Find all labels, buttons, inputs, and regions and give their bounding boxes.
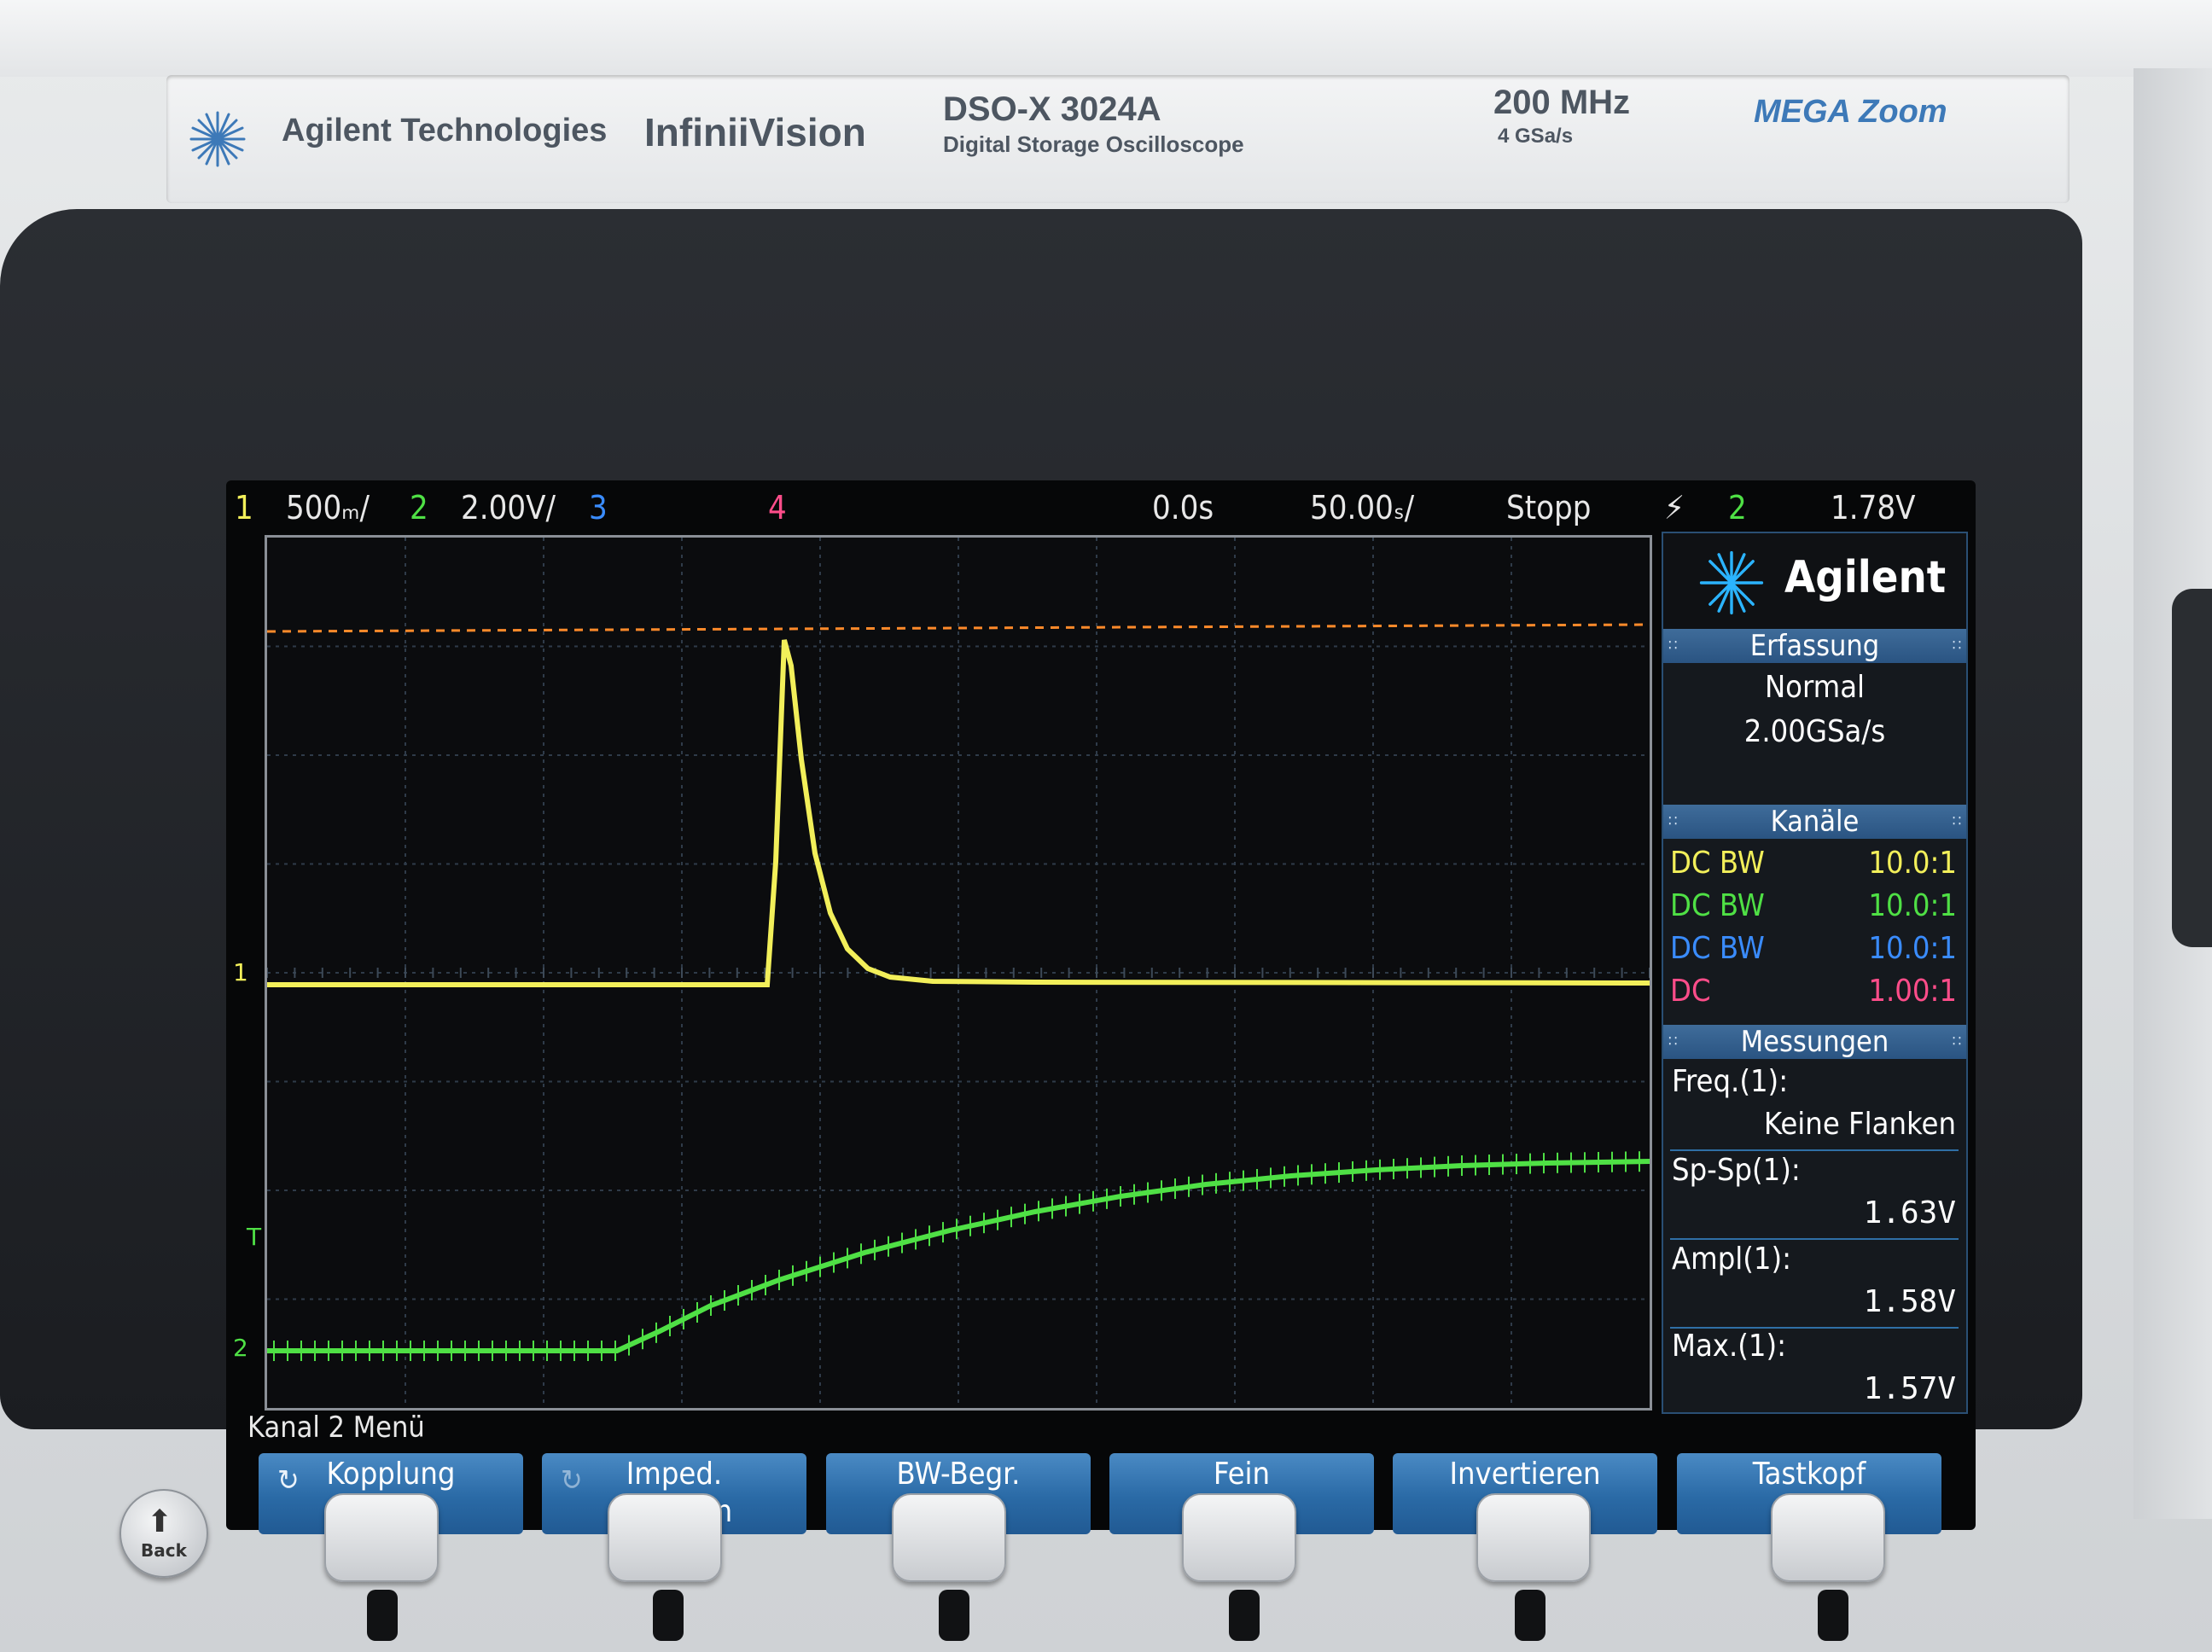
channel-2-coupling: DC BW [1670,888,1765,923]
channel-1-probe: 10.0:1 [1868,846,1957,881]
screen-bezel: 1 500ₘ/ 2 2.00V/ 3 4 0.0s 50.00ₛ/ Stopp … [0,209,2082,1641]
time-scale: 50.00ₛ/ [1310,489,1415,526]
acquisition-header[interactable]: ∷ Erfassung ∷ [1663,629,1966,663]
time-delay: 0.0s [1152,489,1214,526]
channel-3-probe: 10.0:1 [1868,931,1957,966]
agilent-spark-icon [1699,550,1764,615]
bezel-nub [367,1590,398,1641]
channel-2-probe: 10.0:1 [1868,888,1957,923]
bezel-nub [653,1590,684,1641]
grip-icon: ∷ [1668,812,1678,830]
waveform-svg [267,538,1650,1408]
ch1-scale: 500ₘ/ [286,489,370,526]
menu-title: Kanal 2 Menü [247,1411,425,1445]
measurements-header[interactable]: ∷ Messungen ∷ [1663,1025,1966,1059]
agilent-spark-icon [189,111,246,167]
measurement-value: Keine Flanken [1763,1107,1956,1142]
back-button[interactable]: ⬆ Back [119,1489,208,1578]
acquisition-header-label: Erfassung [1749,629,1880,663]
softkey-label: BW-Begr. [896,1457,1021,1492]
grip-icon: ∷ [1952,637,1961,654]
trigger-edge-icon: ⚡ [1664,489,1685,526]
measurements-header-label: Messungen [1740,1025,1889,1059]
softkey-hw-button-6[interactable] [1771,1493,1885,1582]
acquisition-rate: 2.00GSa/s [1743,714,1886,749]
channel-row-1: DC BW 10.0:1 [1670,846,1960,885]
softkey-hw-button-5[interactable] [1476,1493,1591,1582]
trigger-source: 2 [1728,489,1747,526]
trigger-level: 1.78V [1831,489,1916,526]
measurement-label: Sp-Sp(1): [1672,1153,1801,1188]
measurement-label: Ampl(1): [1672,1242,1792,1277]
measurement-label: Freq.(1): [1672,1064,1789,1099]
bezel-nub [939,1590,969,1641]
channel-row-2: DC BW 10.0:1 [1670,888,1960,928]
channel-3-coupling: DC BW [1670,931,1765,966]
grip-icon: ∷ [1952,812,1961,830]
bezel-nub [1818,1590,1848,1641]
status-bar: 1 500ₘ/ 2 2.00V/ 3 4 0.0s 50.00ₛ/ Stopp … [226,480,1976,532]
top-strip [0,0,2212,77]
softkey-hw-button-1[interactable] [324,1493,439,1582]
ch1-ground-marker[interactable]: 1 [233,958,248,986]
measurement-label: Max.(1): [1672,1329,1787,1364]
softkey-hw-button-4[interactable] [1182,1493,1296,1582]
grip-icon: ∷ [1668,1032,1678,1050]
ch2-ground-marker[interactable]: 2 [233,1334,248,1362]
grip-icon: ∷ [1952,1032,1961,1050]
softkey-label: Imped. [626,1457,723,1492]
panel-logo: Agilent [1663,533,1966,629]
run-state: Stopp [1506,489,1592,526]
trigger-level-marker[interactable]: T [247,1223,261,1251]
panel-logo-text: Agilent [1784,552,1947,603]
channel-4-probe: 1.00:1 [1868,974,1957,1009]
info-panel: Agilent ∷ Erfassung ∷ Normal 2.00GSa/s ∷… [1662,532,1968,1414]
ch3-number[interactable]: 3 [589,489,608,526]
oscilloscope-body: Agilent Technologies InfiniiVision DSO-X… [0,0,2212,1652]
measurement-value: 1.57V [1863,1371,1956,1406]
channel-row-3: DC BW 10.0:1 [1670,931,1960,970]
brand-bandwidth: 200 MHz [1493,84,1631,121]
waveform-graticule[interactable] [265,535,1652,1411]
softkey-label: Fein [1213,1457,1271,1492]
bezel-nub [1515,1590,1545,1641]
softkey-hw-button-3[interactable] [892,1493,1006,1582]
brand-megazoom: MEGA Zoom [1754,94,1947,130]
brand-model: DSO-X 3024A [943,90,1161,128]
ch4-number[interactable]: 4 [768,489,787,526]
bezel-nub [1229,1590,1260,1641]
brand-bar: Agilent Technologies InfiniiVision DSO-X… [166,75,2069,203]
brand-company: Agilent Technologies [282,113,608,148]
channel-1-coupling: DC BW [1670,846,1765,881]
brand-sample-rate: 4 GSa/s [1498,125,1574,148]
measurement-value: 1.63V [1863,1195,1956,1230]
ch2-scale: 2.00V/ [461,489,556,526]
softkey-hw-button-2[interactable] [608,1493,722,1582]
measurement-divider [1670,1238,1959,1240]
ch1-number[interactable]: 1 [235,489,253,526]
display: 1 500ₘ/ 2 2.00V/ 3 4 0.0s 50.00ₛ/ Stopp … [226,480,1976,1534]
channels-header[interactable]: ∷ Kanäle ∷ [1663,805,1966,839]
channel-4-coupling: DC [1670,974,1711,1009]
back-label: Back [141,1540,187,1561]
grip-icon: ∷ [1668,637,1678,654]
measurement-divider [1670,1149,1959,1151]
softkey-label: Kopplung [326,1457,456,1492]
brand-model-subtitle: Digital Storage Oscilloscope [943,131,1244,157]
channels-header-label: Kanäle [1770,805,1860,839]
softkey-label: Invertieren [1449,1457,1601,1492]
measurement-value: 1.58V [1863,1284,1956,1319]
softkey-label: Tastkopf [1752,1457,1866,1492]
channel-row-4: DC 1.00:1 [1670,974,1960,1013]
side-knob[interactable] [2172,589,2212,947]
acquisition-mode: Normal [1764,670,1866,705]
arrow-up-icon: ⬆ [147,1504,173,1539]
ch2-number[interactable]: 2 [410,489,428,526]
brand-series: InfiniiVision [644,110,866,154]
